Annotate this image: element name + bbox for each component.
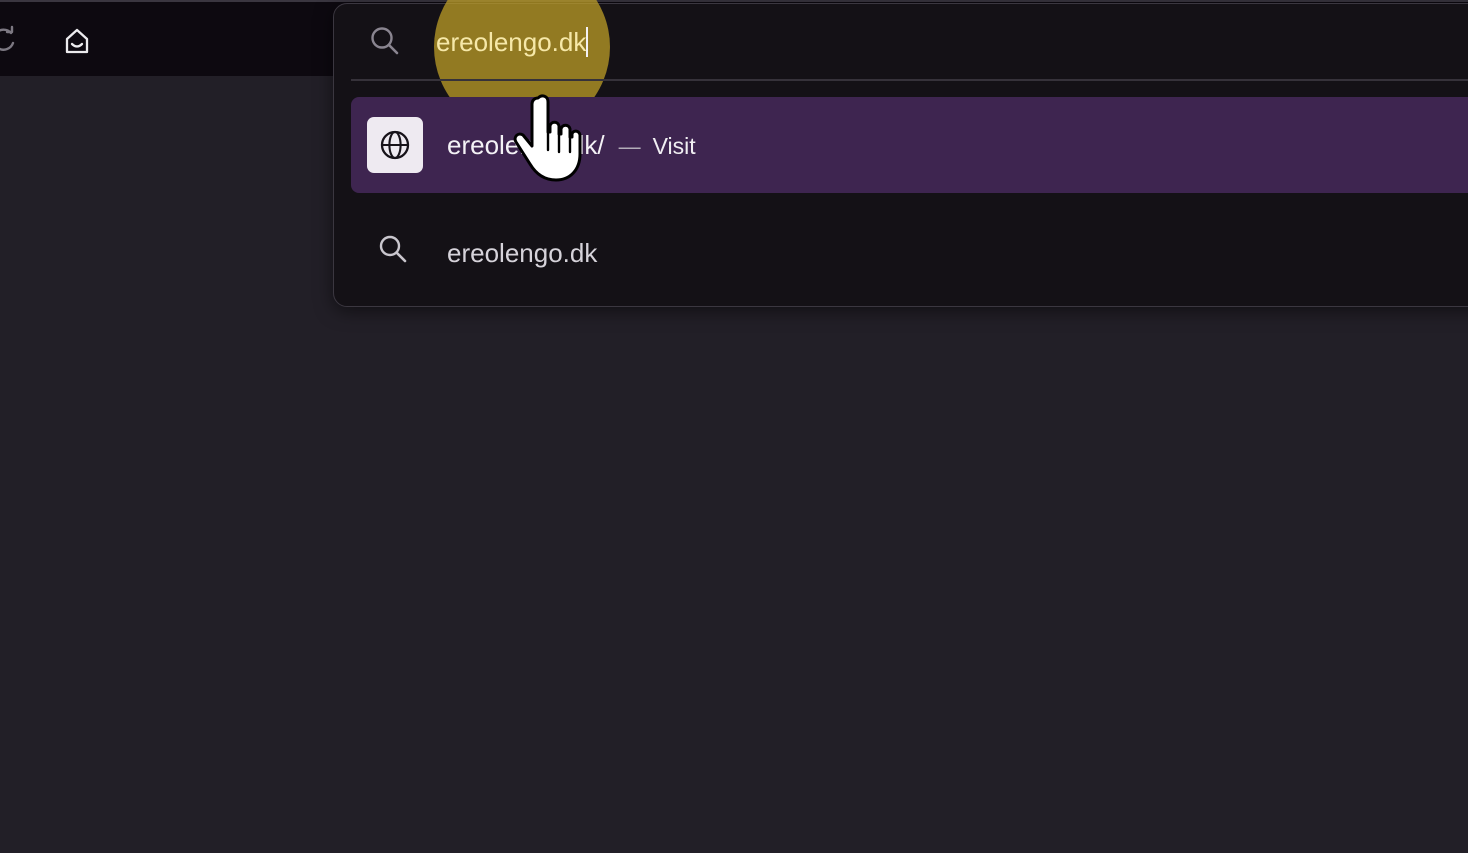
search-icon xyxy=(371,27,399,55)
urlbar-input-row[interactable]: ereolengo.dk xyxy=(334,0,1468,135)
globe-icon xyxy=(380,130,410,160)
result-visit-url: ereolengo.dk/ xyxy=(447,130,605,160)
url-input-text: ereolengo.dk xyxy=(436,27,587,57)
result-action-label: Visit xyxy=(652,133,696,159)
reload-icon xyxy=(0,25,15,51)
urlbar-dropdown: ereolengo.dk ereolengo.dk/ — Visit ereolen… xyxy=(333,0,1468,307)
home-button[interactable] xyxy=(58,22,96,60)
home-icon xyxy=(65,28,89,54)
text-caret xyxy=(586,27,589,57)
search-icon xyxy=(379,235,407,263)
reload-button[interactable] xyxy=(0,22,22,58)
result-visit-title-line: ereolengo.dk/ — Visit xyxy=(447,127,696,165)
result-search-title: ereolengo.dk xyxy=(447,238,598,268)
result-search-row[interactable]: ereolengo.dk xyxy=(351,201,1468,297)
result-visit-row[interactable]: ereolengo.dk/ — Visit xyxy=(351,97,1468,193)
urlbar-divider xyxy=(351,79,1468,81)
result-separator: — xyxy=(618,134,641,159)
url-input[interactable]: ereolengo.dk xyxy=(436,24,589,60)
favicon xyxy=(367,117,423,173)
